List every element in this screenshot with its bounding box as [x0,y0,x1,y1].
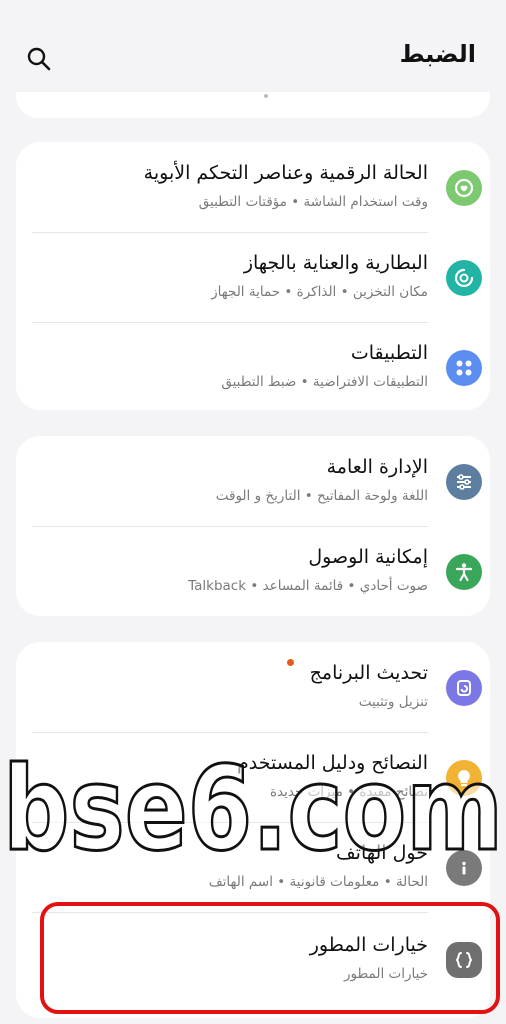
item-subtitle: نصائح مفيدة • ميزات جديدة [269,784,428,800]
settings-item-digital-wellbeing[interactable]: الحالة الرقمية وعناصر التحكم الأبوية وقت… [16,142,490,232]
item-subtitle: وقت استخدام الشاشة • مؤقتات التطبيق [198,194,428,210]
item-label: إمكانية الوصول [308,546,428,568]
settings-group-1: الحالة الرقمية وعناصر التحكم الأبوية وقت… [16,142,490,410]
settings-item-battery-device-care[interactable]: البطارية والعناية بالجهاز مكان التخزين •… [16,232,490,322]
item-label: البطارية والعناية بالجهاز [243,252,428,274]
settings-item-apps[interactable]: التطبيقات التطبيقات الافتراضية • ضبط الت… [16,322,490,410]
item-label: التطبيقات [350,342,428,364]
settings-item-about-phone[interactable]: حول الهاتف الحالة • معلومات قانونية • اس… [16,822,490,912]
general-management-icon [446,464,482,500]
item-subtitle: خيارات المطور [343,966,428,982]
item-subtitle: الحالة • معلومات قانونية • اسم الهاتف [208,874,428,890]
divider [32,912,428,913]
item-subtitle: مكان التخزين • الذاكرة • حماية الجهاز [211,284,428,300]
item-label: حول الهاتف [336,842,428,864]
accessibility-icon [446,554,482,590]
item-label: الإدارة العامة [326,456,428,478]
settings-group-2: الإدارة العامة اللغة ولوحة المفاتيح • ال… [16,436,490,616]
settings-item-accessibility[interactable]: إمكانية الوصول صوت أحادي • قائمة المساعد… [16,526,490,616]
previous-card-edge [16,92,490,118]
about-phone-icon [446,850,482,886]
tips-icon [446,760,482,796]
settings-item-tips-user-guide[interactable]: النصائح ودليل المستخدم نصائح مفيدة • ميز… [16,732,490,822]
item-label: تحديث البرنامج [309,662,428,684]
item-label: النصائح ودليل المستخدم [237,752,428,774]
digital-wellbeing-icon [446,170,482,206]
settings-item-developer-options[interactable]: خيارات المطور خيارات المطور [16,914,490,1004]
item-subtitle: صوت أحادي • قائمة المساعد • Talkback [188,578,428,594]
notification-dot [287,659,294,666]
item-subtitle: تنزيل وتثبيت [358,694,428,710]
settings-item-general-management[interactable]: الإدارة العامة اللغة ولوحة المفاتيح • ال… [16,436,490,526]
device-care-icon [446,260,482,296]
item-label: الحالة الرقمية وعناصر التحكم الأبوية [143,162,428,184]
divider-dot [264,94,268,98]
item-subtitle: التطبيقات الافتراضية • ضبط التطبيق [221,374,428,390]
page-title: الضبط [399,40,476,68]
software-update-icon [446,670,482,706]
item-label: خيارات المطور [309,934,428,956]
item-subtitle: اللغة ولوحة المفاتيح • التاريخ و الوقت [215,488,428,504]
settings-group-3: تحديث البرنامج تنزيل وتثبيت النصائح ودلي… [16,642,490,1018]
apps-icon [446,350,482,386]
settings-item-software-update[interactable]: تحديث البرنامج تنزيل وتثبيت [16,642,490,732]
developer-options-icon [446,942,482,978]
search-button[interactable] [26,46,52,72]
search-icon [27,47,51,71]
